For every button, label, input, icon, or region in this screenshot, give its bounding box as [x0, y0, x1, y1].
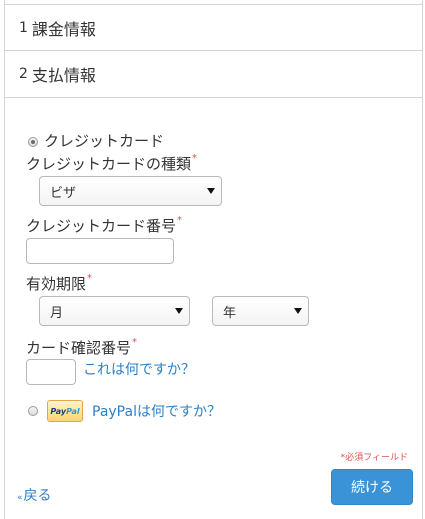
cvv-label-text: カード確認番号 — [26, 339, 132, 357]
paypal-logo-text-pal: Pal — [66, 406, 80, 416]
cvv-label: カード確認番号* — [26, 337, 137, 358]
expiry-label: 有効期限* — [26, 273, 92, 294]
expiry-year-select[interactable]: 年 — [212, 296, 309, 326]
required-asterisk: * — [177, 215, 183, 226]
chevron-down-icon — [175, 308, 183, 314]
required-asterisk: * — [192, 153, 198, 164]
chevron-left-icon: « — [17, 493, 23, 503]
cvv-help-link[interactable]: これは何ですか？ — [83, 359, 195, 379]
step-title: 支払情報 — [31, 66, 96, 85]
step-billing-header[interactable]: 1 課金情報 — [5, 4, 422, 51]
credit-card-option-label[interactable]: クレジットカード — [44, 130, 164, 151]
credit-card-radio[interactable] — [28, 137, 38, 147]
paypal-logo-icon[interactable]: Pay Pal — [47, 400, 83, 422]
card-type-select[interactable]: ビザ — [39, 176, 222, 206]
paypal-help-link[interactable]: PayPalは何ですか？ — [92, 401, 221, 421]
step-number: 1 — [19, 19, 28, 36]
paypal-logo-text-pay: Pay — [50, 406, 67, 416]
card-type-selected-value: ビザ — [50, 185, 77, 201]
required-fields-note: *必須フィールド — [340, 453, 408, 463]
card-number-label-text: クレジットカード番号 — [26, 217, 177, 235]
card-type-label-text: クレジットカードの種類 — [26, 155, 192, 173]
card-number-input[interactable] — [26, 238, 174, 264]
card-number-label: クレジットカード番号* — [26, 215, 182, 236]
card-type-label: クレジットカードの種類* — [26, 153, 197, 174]
expiry-month-select[interactable]: 月 — [39, 296, 190, 326]
chevron-down-icon — [294, 308, 302, 314]
cvv-input[interactable] — [26, 359, 76, 385]
required-asterisk: * — [87, 273, 93, 284]
back-link[interactable]: «戻る — [17, 485, 52, 505]
continue-button[interactable]: 続ける — [331, 469, 413, 505]
step-payment-header[interactable]: 2 支払情報 — [5, 51, 422, 98]
expiry-label-text: 有効期限 — [26, 275, 87, 293]
paypal-radio[interactable] — [28, 406, 38, 416]
required-asterisk: * — [132, 337, 138, 348]
back-link-label: 戻る — [23, 488, 52, 504]
expiry-month-value: 月 — [50, 305, 64, 321]
checkout-panel: 1 課金情報 2 支払情報 クレジットカード クレジットカードの種類* ビザ ク… — [4, 0, 423, 519]
expiry-year-value: 年 — [223, 305, 237, 321]
step-number: 2 — [19, 66, 28, 82]
step-title: 課金情報 — [31, 19, 96, 39]
chevron-down-icon — [207, 188, 215, 194]
